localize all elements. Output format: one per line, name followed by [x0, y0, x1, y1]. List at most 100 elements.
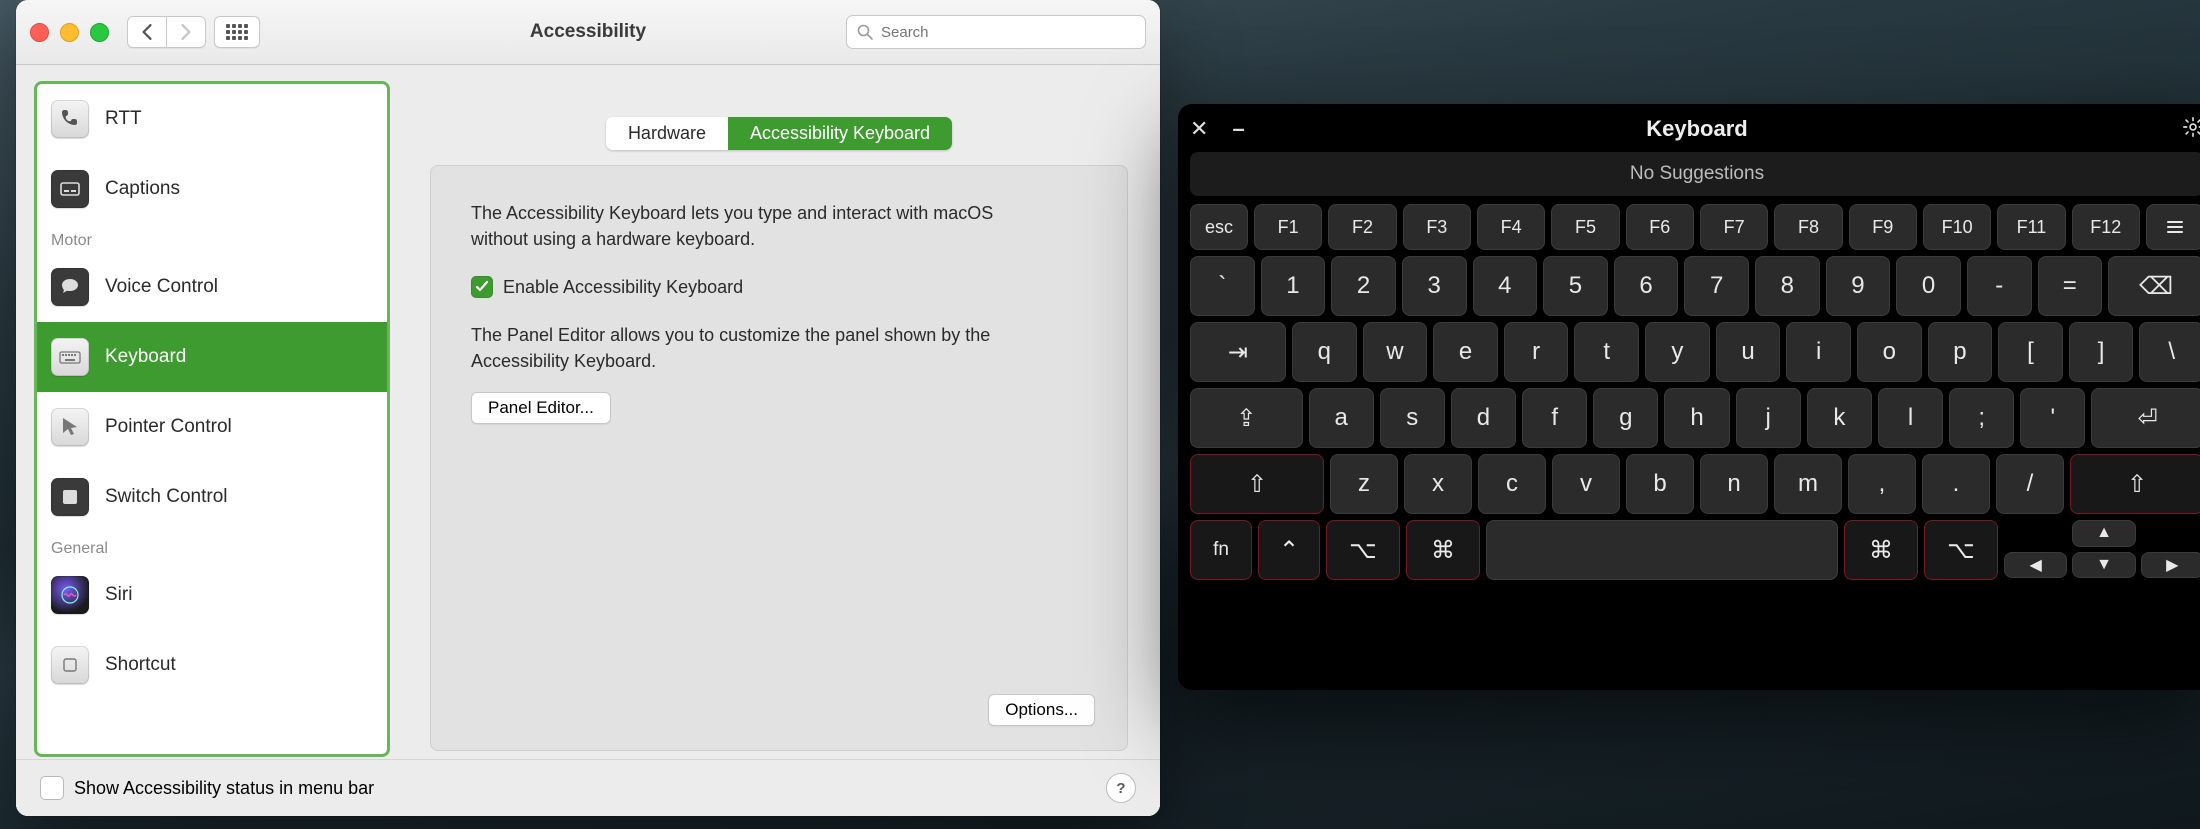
- options-button[interactable]: Options...: [988, 694, 1095, 726]
- panel-editor-button[interactable]: Panel Editor...: [471, 392, 611, 424]
- key-6[interactable]: 6: [1614, 256, 1679, 316]
- key-arrow-left[interactable]: ◀: [2004, 552, 2067, 579]
- key-shift-right[interactable]: ⇧: [2070, 454, 2200, 514]
- key-f6[interactable]: F6: [1626, 204, 1694, 250]
- key-o[interactable]: o: [1857, 322, 1922, 382]
- key-command-right[interactable]: ⌘: [1844, 520, 1918, 580]
- key-comma[interactable]: ,: [1848, 454, 1916, 514]
- key-c[interactable]: c: [1478, 454, 1546, 514]
- forward-button[interactable]: [166, 16, 206, 48]
- key-f[interactable]: f: [1522, 388, 1587, 448]
- search-field[interactable]: [846, 15, 1146, 49]
- key-capslock[interactable]: ⇪: [1190, 388, 1303, 448]
- key-j[interactable]: j: [1736, 388, 1801, 448]
- key-v[interactable]: v: [1552, 454, 1620, 514]
- key-e[interactable]: e: [1433, 322, 1498, 382]
- key-arrow-right[interactable]: ▶: [2141, 552, 2200, 579]
- key-r[interactable]: r: [1504, 322, 1569, 382]
- sidebar-item-rtt[interactable]: RTT: [37, 84, 387, 154]
- show-all-button[interactable]: [214, 16, 260, 48]
- sidebar-item-pointer-control[interactable]: Pointer Control: [37, 392, 387, 462]
- key-h[interactable]: h: [1664, 388, 1729, 448]
- sidebar-item-captions[interactable]: Captions: [37, 154, 387, 224]
- sidebar-item-switch-control[interactable]: Switch Control: [37, 462, 387, 532]
- key-4[interactable]: 4: [1473, 256, 1538, 316]
- show-status-checkbox[interactable]: [40, 776, 64, 800]
- key-0[interactable]: 0: [1896, 256, 1961, 316]
- key-m[interactable]: m: [1774, 454, 1842, 514]
- key-i[interactable]: i: [1786, 322, 1851, 382]
- tab-hardware[interactable]: Hardware: [606, 117, 728, 150]
- key-command-left[interactable]: ⌘: [1406, 520, 1480, 580]
- key-equals[interactable]: =: [2038, 256, 2103, 316]
- key-n[interactable]: n: [1700, 454, 1768, 514]
- key-t[interactable]: t: [1574, 322, 1639, 382]
- key-f10[interactable]: F10: [1923, 204, 1991, 250]
- key-arrow-down[interactable]: ▼: [2072, 552, 2135, 579]
- key-1[interactable]: 1: [1261, 256, 1326, 316]
- close-window-button[interactable]: [30, 23, 49, 42]
- key-p[interactable]: p: [1928, 322, 1993, 382]
- key-tab[interactable]: ⇥: [1190, 322, 1286, 382]
- sidebar-item-siri[interactable]: Siri: [37, 560, 387, 630]
- key-shift-left[interactable]: ⇧: [1190, 454, 1324, 514]
- enable-accessibility-keyboard-checkbox[interactable]: [471, 276, 493, 298]
- key-b[interactable]: b: [1626, 454, 1694, 514]
- minimize-window-button[interactable]: [60, 23, 79, 42]
- key-f2[interactable]: F2: [1328, 204, 1396, 250]
- search-input[interactable]: [879, 23, 1135, 42]
- key-backslash[interactable]: \: [2139, 322, 2200, 382]
- key-f9[interactable]: F9: [1849, 204, 1917, 250]
- key-f7[interactable]: F7: [1700, 204, 1768, 250]
- key-minus[interactable]: -: [1967, 256, 2032, 316]
- key-5[interactable]: 5: [1543, 256, 1608, 316]
- key-f8[interactable]: F8: [1774, 204, 1842, 250]
- key-bracket-open[interactable]: [: [1998, 322, 2063, 382]
- key-z[interactable]: z: [1330, 454, 1398, 514]
- key-f4[interactable]: F4: [1477, 204, 1545, 250]
- back-button[interactable]: [127, 16, 167, 48]
- key-f1[interactable]: F1: [1254, 204, 1322, 250]
- key-q[interactable]: q: [1292, 322, 1357, 382]
- key-backtick[interactable]: `: [1190, 256, 1255, 316]
- sidebar-item-voice-control[interactable]: Voice Control: [37, 252, 387, 322]
- key-control[interactable]: ⌃: [1258, 520, 1320, 580]
- key-u[interactable]: u: [1716, 322, 1781, 382]
- key-3[interactable]: 3: [1402, 256, 1467, 316]
- key-a[interactable]: a: [1309, 388, 1374, 448]
- key-bracket-close[interactable]: ]: [2069, 322, 2134, 382]
- key-d[interactable]: d: [1451, 388, 1516, 448]
- key-esc[interactable]: esc: [1190, 204, 1248, 250]
- key-f12[interactable]: F12: [2072, 204, 2140, 250]
- key-option-right[interactable]: ⌥: [1924, 520, 1998, 580]
- key-option-left[interactable]: ⌥: [1326, 520, 1400, 580]
- zoom-window-button[interactable]: [90, 23, 109, 42]
- key-w[interactable]: w: [1363, 322, 1428, 382]
- key-space[interactable]: [1486, 520, 1838, 580]
- help-button[interactable]: ?: [1106, 773, 1136, 803]
- key-slash[interactable]: /: [1996, 454, 2064, 514]
- key-x[interactable]: x: [1404, 454, 1472, 514]
- key-period[interactable]: .: [1922, 454, 1990, 514]
- key-g[interactable]: g: [1593, 388, 1658, 448]
- key-backspace[interactable]: ⌫: [2108, 256, 2200, 316]
- key-k[interactable]: k: [1807, 388, 1872, 448]
- key-s[interactable]: s: [1380, 388, 1445, 448]
- key-8[interactable]: 8: [1755, 256, 1820, 316]
- key-panel-menu[interactable]: [2146, 204, 2200, 250]
- key-f11[interactable]: F11: [1997, 204, 2065, 250]
- key-9[interactable]: 9: [1826, 256, 1891, 316]
- sidebar-item-shortcut[interactable]: Shortcut: [37, 630, 387, 700]
- key-y[interactable]: y: [1645, 322, 1710, 382]
- key-semicolon[interactable]: ;: [1949, 388, 2014, 448]
- key-2[interactable]: 2: [1331, 256, 1396, 316]
- key-quote[interactable]: ': [2020, 388, 2085, 448]
- key-fn[interactable]: fn: [1190, 520, 1252, 580]
- key-l[interactable]: l: [1878, 388, 1943, 448]
- key-f5[interactable]: F5: [1551, 204, 1619, 250]
- tab-accessibility-keyboard[interactable]: Accessibility Keyboard: [728, 117, 952, 150]
- key-arrow-up[interactable]: ▲: [2072, 520, 2135, 547]
- key-7[interactable]: 7: [1684, 256, 1749, 316]
- sidebar-item-keyboard[interactable]: Keyboard: [37, 322, 387, 392]
- key-return[interactable]: ⏎: [2091, 388, 2200, 448]
